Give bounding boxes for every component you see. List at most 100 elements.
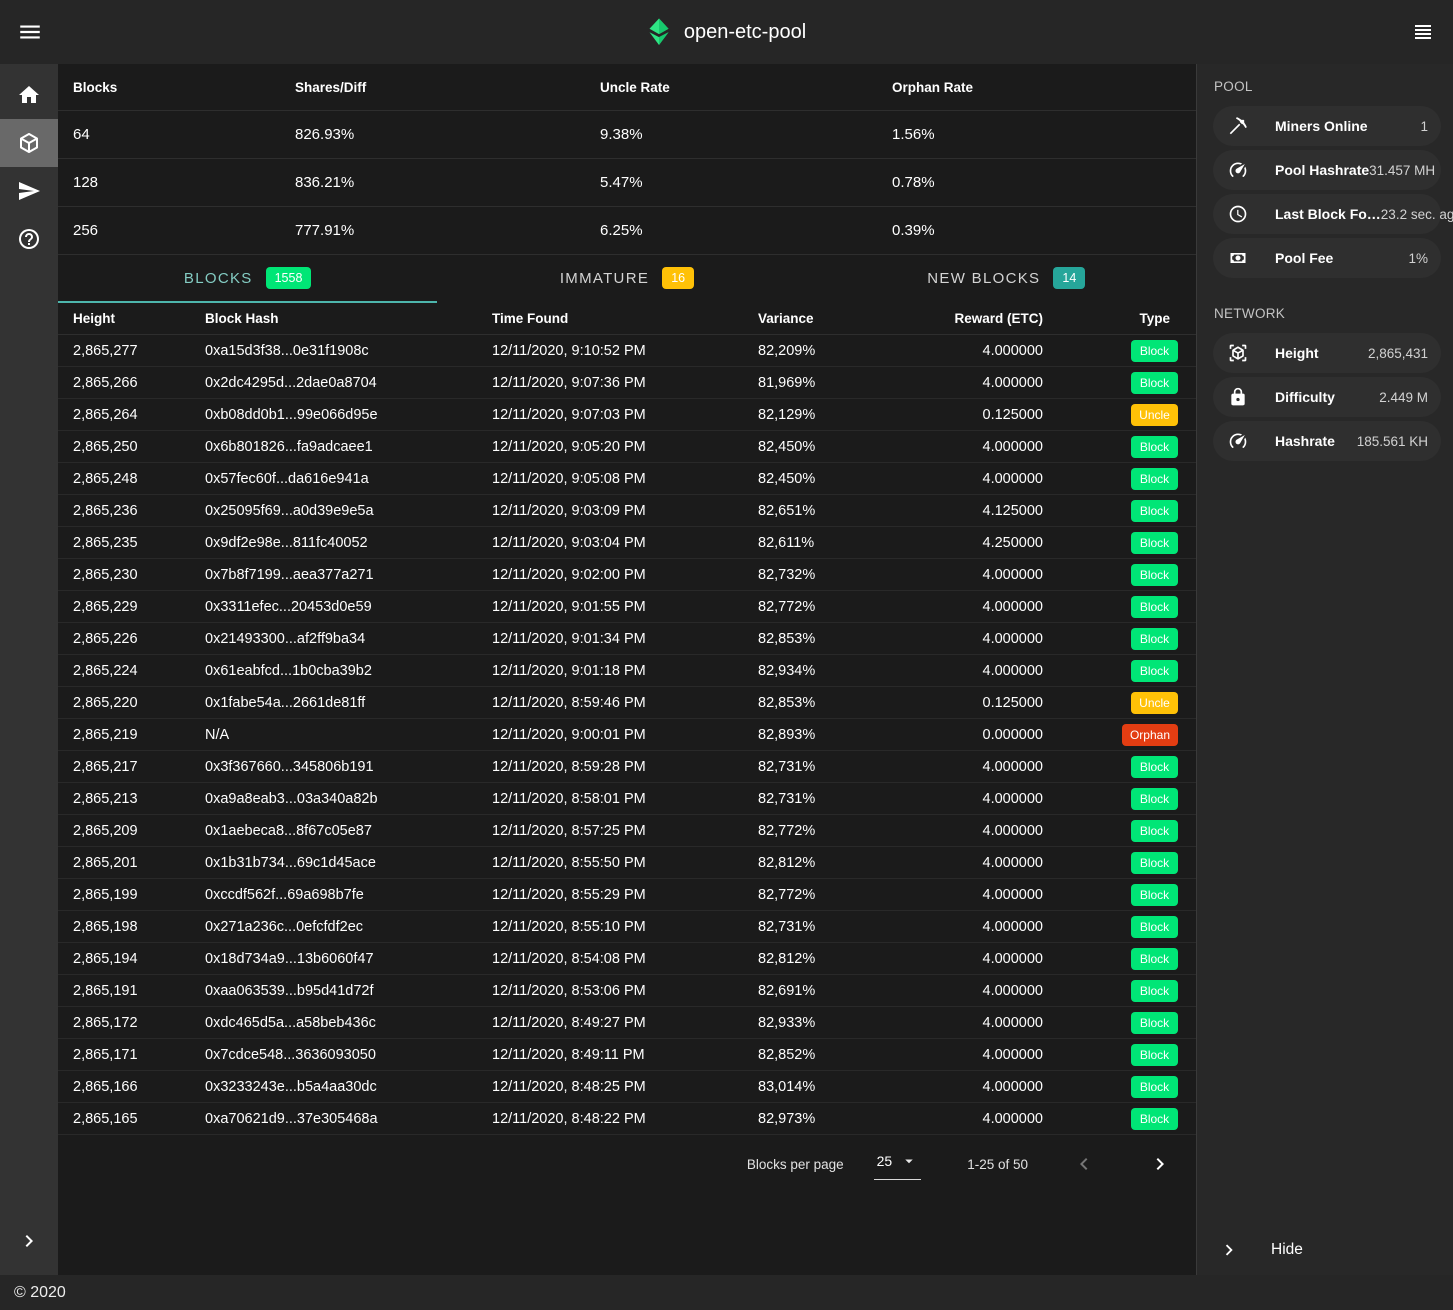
block-type-cell: Block xyxy=(1043,948,1196,970)
block-hash: 0x2dc4295d...2dae0a8704 xyxy=(205,375,492,391)
network-stat-value: 185.561 KH xyxy=(1357,434,1428,449)
block-height: 2,865,199 xyxy=(73,887,205,903)
block-reward: 0.125000 xyxy=(953,407,1043,423)
type-badge: Uncle xyxy=(1131,404,1178,426)
block-type-cell: Block xyxy=(1043,532,1196,554)
pool-stat-label: Miners Online xyxy=(1275,118,1368,134)
block-variance: 82,450% xyxy=(758,439,953,455)
home-icon xyxy=(17,83,41,107)
block-reward: 4.000000 xyxy=(953,1111,1043,1127)
block-height: 2,865,209 xyxy=(73,823,205,839)
blocks-icon xyxy=(17,131,41,155)
pool-stat-label: Pool Fee xyxy=(1275,250,1333,266)
col-time-found: Time Found xyxy=(492,311,758,326)
block-type-cell: Block xyxy=(1043,564,1196,586)
block-height: 2,865,213 xyxy=(73,791,205,807)
block-height: 2,865,166 xyxy=(73,1079,205,1095)
blocks-tabs: BLOCKS1558IMMATURE16NEW BLOCKS14 xyxy=(58,255,1196,303)
block-height: 2,865,191 xyxy=(73,983,205,999)
type-badge: Block xyxy=(1131,340,1178,362)
block-hash: 0xa70621d9...37e305468a xyxy=(205,1111,492,1127)
block-type-cell: Block xyxy=(1043,980,1196,1002)
block-variance: 82,691% xyxy=(758,983,953,999)
stats-cell: 9.38% xyxy=(600,126,892,143)
tab-label: IMMATURE xyxy=(560,270,649,287)
type-badge: Block xyxy=(1131,564,1178,586)
type-badge: Block xyxy=(1131,948,1178,970)
help-icon xyxy=(17,227,41,251)
block-time-found: 12/11/2020, 9:00:01 PM xyxy=(492,727,758,743)
hide-sidebar-button[interactable]: Hide xyxy=(1197,1225,1453,1275)
sidebar-item-payments[interactable] xyxy=(0,167,58,215)
block-time-found: 12/11/2020, 8:55:29 PM xyxy=(492,887,758,903)
network-stat-height: Height2,865,431 xyxy=(1213,333,1441,373)
chevron-down-icon xyxy=(900,1152,918,1170)
col-shares-diff: Shares/Diff xyxy=(295,80,600,95)
network-stat-label: Height xyxy=(1275,345,1319,361)
menu-lines-icon[interactable] xyxy=(1401,10,1445,54)
block-reward: 4.000000 xyxy=(953,919,1043,935)
pool-stat-value: 31.457 MH xyxy=(1369,163,1435,178)
stats-cell: 826.93% xyxy=(295,126,600,143)
stats-row: 256777.91%6.25%0.39% xyxy=(58,207,1196,255)
pool-stat-pool-fee: Pool Fee1% xyxy=(1213,238,1441,278)
page-size-select[interactable]: 25 xyxy=(874,1149,922,1180)
table-row: 2,865,2350x9df2e98e...811fc4005212/11/20… xyxy=(58,527,1196,559)
pool-stat-label: Last Block Fo… xyxy=(1275,206,1381,222)
block-reward: 4.000000 xyxy=(953,951,1043,967)
stats-cell: 64 xyxy=(73,126,295,143)
next-page-button[interactable] xyxy=(1140,1144,1180,1184)
sidebar-item-help[interactable] xyxy=(0,215,58,263)
type-badge: Orphan xyxy=(1122,724,1178,746)
block-hash: 0x3311efec...20453d0e59 xyxy=(205,599,492,615)
block-height: 2,865,220 xyxy=(73,695,205,711)
table-row: 2,865,2010x1b31b734...69c1d45ace12/11/20… xyxy=(58,847,1196,879)
col-type: Type xyxy=(1043,311,1196,326)
block-time-found: 12/11/2020, 9:03:09 PM xyxy=(492,503,758,519)
block-height: 2,865,266 xyxy=(73,375,205,391)
sidebar-item-home[interactable] xyxy=(0,71,58,119)
block-variance: 82,853% xyxy=(758,695,953,711)
table-row: 2,865,2360x25095f69...a0d39e9e5a12/11/20… xyxy=(58,495,1196,527)
block-time-found: 12/11/2020, 8:58:01 PM xyxy=(492,791,758,807)
chevron-right-icon xyxy=(1218,1239,1240,1261)
block-type-cell: Block xyxy=(1043,372,1196,394)
block-time-found: 12/11/2020, 8:53:06 PM xyxy=(492,983,758,999)
block-height: 2,865,230 xyxy=(73,567,205,583)
prev-page-button[interactable] xyxy=(1064,1144,1104,1184)
tab-blocks[interactable]: BLOCKS1558 xyxy=(58,255,437,303)
block-type-cell: Uncle xyxy=(1043,404,1196,426)
block-reward: 4.000000 xyxy=(953,791,1043,807)
block-time-found: 12/11/2020, 9:02:00 PM xyxy=(492,567,758,583)
block-variance: 82,934% xyxy=(758,663,953,679)
network-stat-value: 2.449 M xyxy=(1379,390,1428,405)
tab-immature[interactable]: IMMATURE16 xyxy=(437,255,816,303)
block-reward: 4.125000 xyxy=(953,503,1043,519)
tab-new-blocks[interactable]: NEW BLOCKS14 xyxy=(817,255,1196,303)
block-reward: 4.000000 xyxy=(953,887,1043,903)
table-row: 2,865,2290x3311efec...20453d0e5912/11/20… xyxy=(58,591,1196,623)
block-type-cell: Block xyxy=(1043,340,1196,362)
block-hash: 0xa15d3f38...0e31f1908c xyxy=(205,343,492,359)
table-row: 2,865,2130xa9a8eab3...03a340a82b12/11/20… xyxy=(58,783,1196,815)
table-row: 2,865,1910xaa063539...b95d41d72f12/11/20… xyxy=(58,975,1196,1007)
network-section-heading: NETWORK xyxy=(1197,282,1453,333)
table-row: 2,865,1720xdc465d5a...a58beb436c12/11/20… xyxy=(58,1007,1196,1039)
block-reward: 4.000000 xyxy=(953,439,1043,455)
stats-sidebar: POOL Miners Online1Pool Hashrate31.457 M… xyxy=(1196,64,1453,1275)
block-time-found: 12/11/2020, 9:03:04 PM xyxy=(492,535,758,551)
block-time-found: 12/11/2020, 8:59:28 PM xyxy=(492,759,758,775)
chevron-left-icon xyxy=(1072,1152,1096,1176)
block-hash: 0xa9a8eab3...03a340a82b xyxy=(205,791,492,807)
sidebar-item-blocks[interactable] xyxy=(0,119,58,167)
payments-icon xyxy=(17,179,41,203)
hamburger-menu-icon[interactable] xyxy=(8,10,52,54)
table-row: 2,865,1660x3233243e...b5a4aa30dc12/11/20… xyxy=(58,1071,1196,1103)
tab-label: NEW BLOCKS xyxy=(927,270,1040,287)
type-badge: Block xyxy=(1131,436,1178,458)
block-height: 2,865,219 xyxy=(73,727,205,743)
rail-expand-button[interactable] xyxy=(0,1217,58,1265)
block-variance: 82,732% xyxy=(758,567,953,583)
type-badge: Block xyxy=(1131,468,1178,490)
pool-section-heading: POOL xyxy=(1197,64,1453,106)
